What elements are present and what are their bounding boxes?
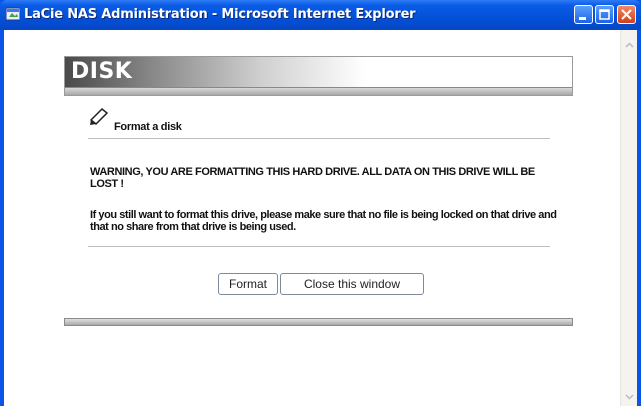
close-icon: [621, 9, 632, 20]
maximize-icon: [599, 9, 610, 20]
internet-explorer-icon: [6, 7, 20, 21]
divider: [88, 246, 550, 247]
note-pencil-icon: [89, 107, 109, 126]
close-window-button[interactable]: Close this window: [280, 273, 424, 295]
footer-divider: [64, 318, 573, 326]
scroll-up-icon[interactable]: [622, 38, 637, 53]
section-title: Format a disk: [114, 121, 182, 133]
title-bar[interactable]: LaCie NAS Administration - Microsoft Int…: [0, 0, 641, 30]
page-title: DISK: [71, 59, 133, 84]
minimize-icon: [579, 17, 586, 20]
scroll-down-icon[interactable]: [622, 389, 637, 404]
format-button[interactable]: Format: [218, 273, 278, 295]
page-content: DISK Format a disk WARNING, YOU ARE FORM…: [4, 30, 637, 406]
browser-window: LaCie NAS Administration - Microsoft Int…: [0, 0, 641, 406]
warning-text: WARNING, YOU ARE FORMATTING THIS HARD DR…: [90, 166, 535, 190]
window-title: LaCie NAS Administration - Microsoft Int…: [24, 7, 416, 22]
divider: [88, 138, 550, 139]
maximize-button[interactable]: [595, 5, 614, 24]
minimize-button[interactable]: [574, 5, 593, 24]
close-button[interactable]: [617, 5, 636, 24]
page-header: DISK: [64, 56, 573, 96]
header-divider: [65, 87, 572, 95]
info-text: If you still want to format this drive, …: [90, 209, 557, 233]
vertical-scrollbar[interactable]: [620, 30, 637, 406]
